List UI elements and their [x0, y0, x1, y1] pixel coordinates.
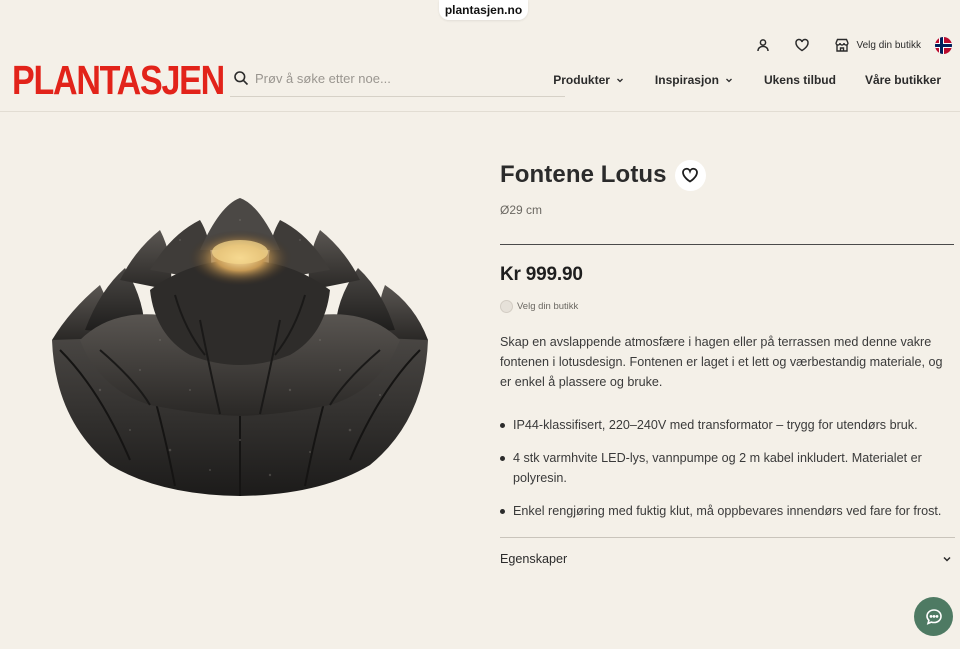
- user-icon[interactable]: [753, 35, 773, 55]
- chat-bubble-icon: [925, 608, 942, 625]
- list-item: 4 stk varmhvite LED-lys, vannpumpe og 2 …: [500, 448, 955, 488]
- store-availability-label: Velg din butikk: [517, 300, 579, 312]
- product-info: Fontene Lotus Ø29 cm Kr 999.90 Velg din …: [500, 156, 955, 534]
- divider: [500, 244, 954, 245]
- main-nav: Produkter Inspirasjon Ukens tilbud Våre …: [553, 73, 941, 87]
- nav-inspirasjon[interactable]: Inspirasjon: [655, 73, 734, 87]
- heart-icon: [682, 167, 699, 183]
- nav-vare-butikker[interactable]: Våre butikker: [865, 73, 941, 87]
- list-item: IP44-klassifisert, 220–240V med transfor…: [500, 415, 955, 435]
- product-features-list: IP44-klassifisert, 220–240V med transfor…: [500, 415, 955, 521]
- search-icon[interactable]: [232, 69, 250, 87]
- nav-ukens-tilbud-label: Ukens tilbud: [763, 73, 836, 87]
- product-title-row: Fontene Lotus: [500, 156, 955, 194]
- product-title: Fontene Lotus: [500, 161, 667, 188]
- store-icon: [832, 35, 852, 55]
- add-to-favorites-button[interactable]: [674, 159, 706, 191]
- nav-vare-butikker-label: Våre butikker: [864, 73, 941, 87]
- nav-inspirasjon-label: Inspirasjon: [654, 73, 719, 87]
- store-availability[interactable]: Velg din butikk: [500, 299, 955, 313]
- product-size: Ø29 cm: [500, 203, 543, 217]
- search-bar: [230, 66, 565, 97]
- chat-button[interactable]: [914, 597, 953, 636]
- norway-flag-icon[interactable]: [935, 36, 952, 54]
- egenskaper-accordion[interactable]: Egenskaper: [500, 537, 955, 579]
- choose-store-button[interactable]: Velg din butikk: [832, 35, 922, 55]
- chevron-down-icon: [616, 78, 623, 83]
- chevron-down-icon: [725, 78, 732, 83]
- lotus-fountain-image: [52, 198, 428, 496]
- product-description: Skap en avslappende atmosfære i hagen el…: [500, 335, 943, 389]
- site-header: Velg din butikk PLANTASJEN Produkter Ins…: [0, 0, 960, 112]
- choose-store-label: Velg din butikk: [856, 39, 922, 51]
- nav-produkter-label: Produkter: [553, 73, 610, 87]
- plantasjen-logo[interactable]: PLANTASJEN: [12, 58, 225, 102]
- product-image[interactable]: [40, 190, 440, 510]
- list-item: Enkel rengjøring med fuktig klut, må opp…: [500, 501, 955, 521]
- nav-produkter[interactable]: Produkter: [553, 73, 625, 87]
- accordion-label: Egenskaper: [500, 551, 568, 566]
- utility-bar: Velg din butikk: [753, 34, 952, 56]
- nav-ukens-tilbud[interactable]: Ukens tilbud: [764, 73, 836, 87]
- chevron-down-icon: [943, 556, 951, 562]
- product-price: Kr 999.90: [500, 264, 583, 285]
- wishlist-heart-icon[interactable]: [792, 35, 812, 55]
- search-input[interactable]: [255, 71, 545, 86]
- availability-dot-icon: [500, 299, 513, 313]
